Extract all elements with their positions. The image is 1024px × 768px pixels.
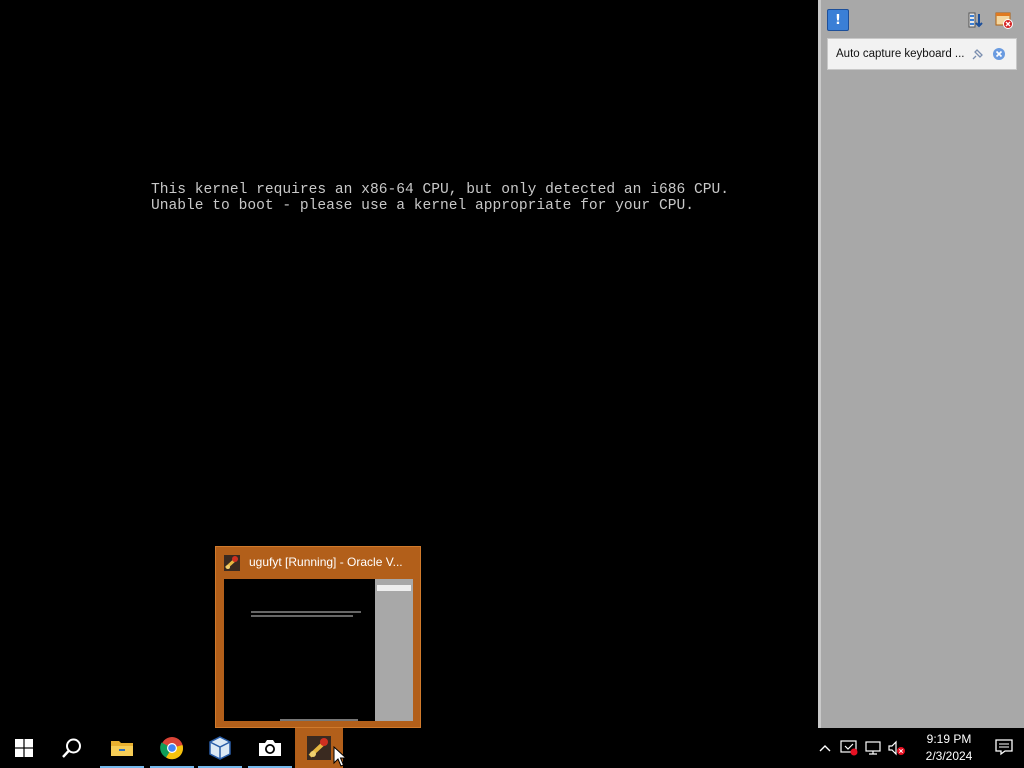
chrome-icon (160, 737, 184, 760)
file-explorer-button[interactable] (98, 728, 146, 768)
thumbnail-taskbar-strip (280, 719, 358, 721)
notification-text: Auto capture keyboard ... (836, 48, 965, 60)
clock-date: 2/3/2024 (925, 749, 973, 763)
notification-panel-toolbar: ! (821, 0, 1024, 36)
thumbnail-notification (377, 585, 411, 591)
preview-thumbnail[interactable] (224, 579, 413, 721)
chrome-button[interactable] (148, 728, 196, 768)
pin-icon[interactable] (970, 48, 984, 62)
mouse-cursor-icon (333, 746, 347, 767)
security-shield-icon[interactable] (838, 738, 860, 758)
virtualbox-icon (209, 736, 231, 760)
virtualbox-vm-icon (224, 555, 240, 571)
clock[interactable]: 9:19 PM 2/3/2024 (910, 731, 988, 765)
clock-time: 9:19 PM (926, 732, 972, 746)
windows-logo-icon (15, 739, 33, 757)
notification-card[interactable]: Auto capture keyboard ... (827, 38, 1017, 70)
close-all-icon[interactable] (993, 9, 1015, 31)
collapse-all-icon[interactable] (965, 9, 987, 31)
virtualbox-vm-icon (307, 736, 331, 760)
taskbar: 9:19 PM 2/3/2024 (0, 728, 1024, 768)
system-tray: 9:19 PM 2/3/2024 (814, 728, 1024, 768)
thumbnail-console-text (251, 611, 361, 619)
notification-panel: ! Auto capture keyboard ... (818, 0, 1024, 728)
search-icon (62, 738, 81, 758)
volume-muted-icon[interactable] (886, 738, 908, 758)
notification-icon[interactable] (994, 738, 1016, 758)
info-icon[interactable]: ! (827, 9, 849, 31)
chevron-up-icon[interactable] (816, 738, 834, 758)
folder-icon (111, 741, 133, 756)
preview-title: ugufyt [Running] - Oracle V... (249, 555, 403, 569)
network-icon[interactable] (862, 738, 884, 758)
taskbar-window-preview[interactable]: ugufyt [Running] - Oracle V... (215, 546, 421, 728)
console-line-1: This kernel requires an x86-64 CPU, but … (151, 182, 730, 198)
thumbnail-side-panel (375, 579, 413, 721)
search-button[interactable] (48, 728, 96, 768)
desktop: This kernel requires an x86-64 CPU, but … (0, 0, 1024, 768)
virtualbox-button[interactable] (196, 728, 244, 768)
close-icon[interactable] (992, 47, 1006, 61)
camera-icon (259, 740, 281, 756)
console-output: This kernel requires an x86-64 CPU, but … (151, 182, 729, 214)
console-line-2: Unable to boot - please use a kernel app… (151, 198, 694, 214)
camera-button[interactable] (246, 728, 294, 768)
start-button[interactable] (0, 728, 48, 768)
